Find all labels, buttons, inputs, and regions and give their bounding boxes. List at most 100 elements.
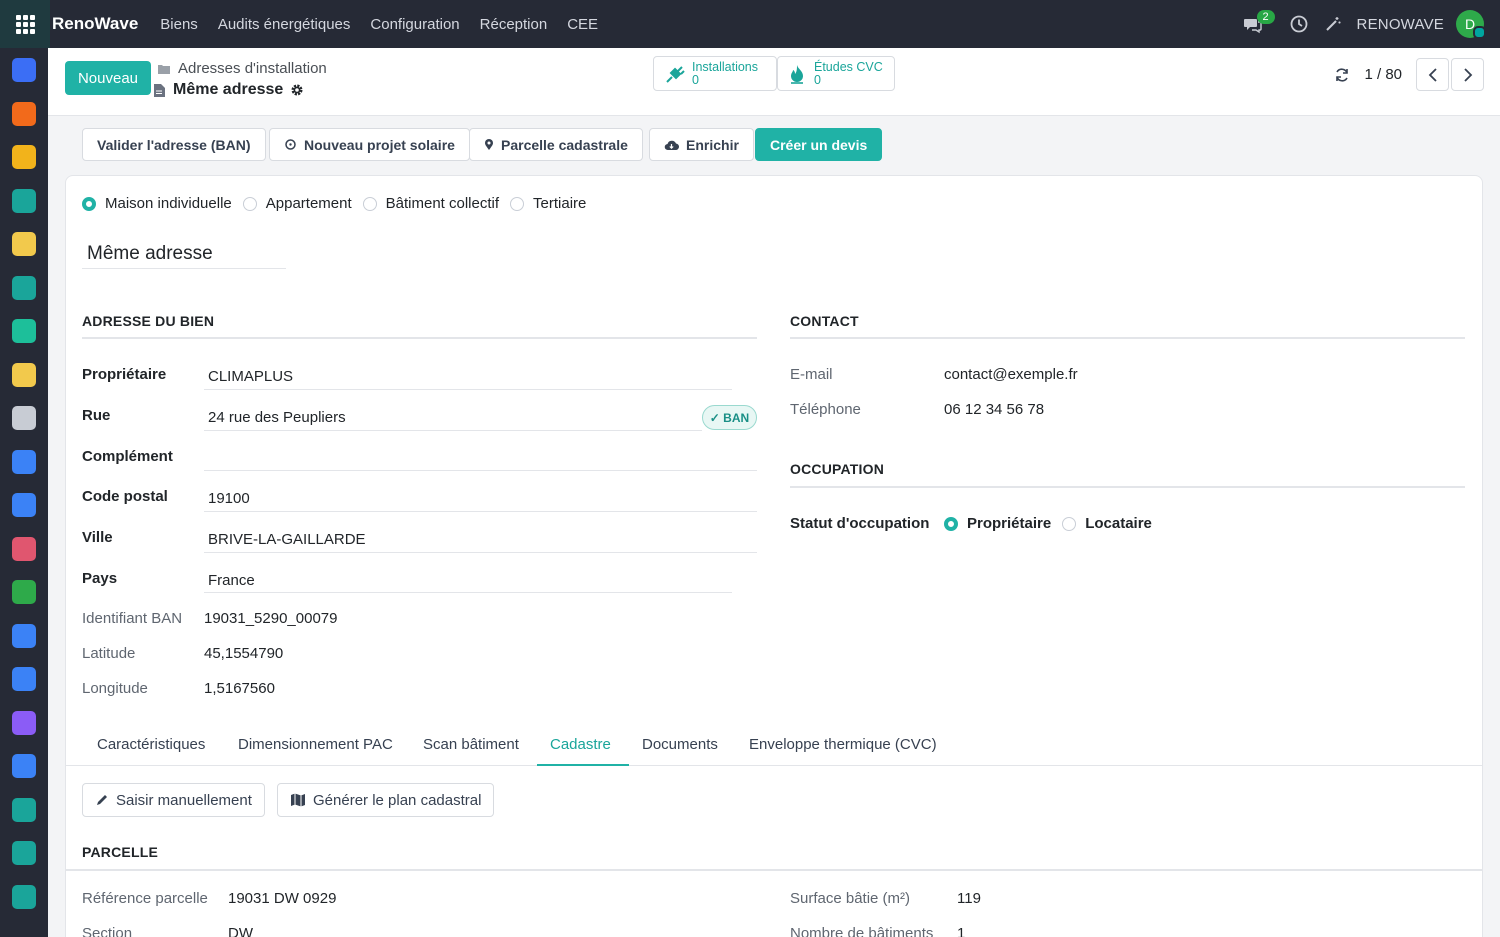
breadcrumb-parent-link[interactable]: Adresses d'installation xyxy=(178,60,327,77)
radio-selected-icon xyxy=(944,516,958,531)
helpdesk-app-icon[interactable] xyxy=(12,754,36,778)
control-panel: Nouveau Adresses d'installation Même adr… xyxy=(48,48,1500,116)
crm-app-icon[interactable] xyxy=(12,232,36,256)
phone-label: Téléphone xyxy=(790,401,861,418)
studio-app-icon[interactable] xyxy=(12,884,36,909)
sign-app-icon[interactable] xyxy=(12,188,36,213)
app-brand[interactable]: RenoWave xyxy=(52,14,138,34)
create-quote-label: Créer un devis xyxy=(770,136,868,153)
built-surface-label: Surface bâtie (m²) xyxy=(790,890,911,907)
messaging-button[interactable]: 2 xyxy=(1243,10,1275,36)
menu-configuration[interactable]: Configuration xyxy=(370,16,459,33)
magic-wand-icon[interactable] xyxy=(1323,14,1343,34)
tab-dimensionnement-pac[interactable]: Dimensionnement PAC xyxy=(238,736,393,753)
chevron-right-icon xyxy=(1463,67,1472,82)
owner-field[interactable]: CLIMAPLUS xyxy=(208,368,293,385)
generate-cadastral-plan-button[interactable]: Générer le plan cadastral xyxy=(277,783,495,817)
menu-audits[interactable]: Audits énergétiques xyxy=(218,16,351,33)
map-pin-icon xyxy=(485,139,493,150)
documents-app-icon[interactable] xyxy=(12,667,36,691)
manual-entry-button[interactable]: Saisir manuellement xyxy=(82,783,265,817)
chat-app-icon[interactable] xyxy=(12,101,36,126)
country-field[interactable]: France xyxy=(208,572,255,589)
email-value[interactable]: contact@exemple.fr xyxy=(944,366,1078,383)
validate-ban-label: Valider l'adresse (BAN) xyxy=(97,136,251,153)
etudes-cvc-smart-button[interactable]: Études CVC 0 xyxy=(777,56,895,91)
inventory-app-icon[interactable] xyxy=(12,580,36,604)
installations-smart-button[interactable]: Installations 0 xyxy=(653,56,777,91)
pos-app-icon[interactable] xyxy=(12,362,36,387)
sales-app-icon[interactable] xyxy=(12,319,36,343)
pager-value[interactable]: 1 / 80 xyxy=(1364,66,1402,83)
occupation-section-divider xyxy=(790,486,1465,488)
spreadsheet-app-icon[interactable] xyxy=(12,841,36,865)
city-field[interactable]: BRIVE-LA-GAILLARDE xyxy=(208,531,366,548)
installations-count: 0 xyxy=(692,72,699,87)
apps-menu-button[interactable] xyxy=(0,0,50,48)
etudes-cvc-label: Études CVC xyxy=(814,59,883,74)
discuss-app-icon[interactable] xyxy=(12,58,36,82)
building-type-maison[interactable]: Maison individuelle xyxy=(82,195,232,212)
pager-next-button[interactable] xyxy=(1451,58,1484,91)
document-icon xyxy=(154,83,165,97)
building-type-tertiaire[interactable]: Tertiaire xyxy=(510,195,586,212)
calendar-app-icon[interactable] xyxy=(12,623,36,648)
create-quote-button[interactable]: Créer un devis xyxy=(755,128,883,161)
calendar-31-app-icon[interactable] xyxy=(12,145,36,169)
building-count-label: Nombre de bâtiments xyxy=(790,925,934,937)
dashboard-app-icon[interactable] xyxy=(12,536,36,561)
activity-clock-icon[interactable] xyxy=(1289,14,1309,34)
street-field[interactable]: 24 rue des Peupliers xyxy=(208,409,346,426)
record-name-input[interactable]: Même adresse xyxy=(87,243,213,265)
city-label: Ville xyxy=(82,529,113,546)
latitude-label: Latitude xyxy=(82,645,136,662)
occupation-section-title: OCCUPATION xyxy=(790,461,885,477)
tab-enveloppe-thermique[interactable]: Enveloppe thermique (CVC) xyxy=(749,736,937,753)
validate-ban-button[interactable]: Valider l'adresse (BAN) xyxy=(82,128,266,161)
cadastral-parcel-button[interactable]: Parcelle cadastrale xyxy=(469,128,643,161)
company-switcher[interactable]: RENOWAVE xyxy=(1357,16,1444,33)
user-avatar[interactable]: D xyxy=(1456,10,1486,39)
breadcrumb-current: Même adresse xyxy=(173,81,284,98)
new-record-button[interactable]: Nouveau xyxy=(65,61,151,95)
radio-empty-icon xyxy=(510,196,525,211)
generate-cadastral-plan-label: Générer le plan cadastral xyxy=(313,791,482,809)
occupation-tenant-option[interactable]: Locataire xyxy=(1062,515,1152,532)
ban-id-value: 19031_5290_00079 xyxy=(204,610,338,627)
pencil-icon xyxy=(97,795,107,805)
parcel-reference-label: Référence parcelle xyxy=(82,890,208,907)
apps-grid-icon xyxy=(15,14,35,34)
enrich-button[interactable]: Enrichir xyxy=(649,128,754,161)
pager-previous-button[interactable] xyxy=(1416,58,1449,91)
building-type-collectif[interactable]: Bâtiment collectif xyxy=(362,195,500,212)
street-underline xyxy=(204,430,702,431)
planning-app-icon[interactable] xyxy=(12,493,36,517)
team-app-icon[interactable] xyxy=(12,797,36,822)
gear-icon[interactable] xyxy=(290,83,304,97)
folder-icon xyxy=(158,64,170,74)
accounting-app-icon[interactable] xyxy=(12,406,36,430)
menu-cee[interactable]: CEE xyxy=(567,16,598,33)
tab-caracteristiques[interactable]: Caractéristiques xyxy=(97,736,205,753)
tab-cadastre[interactable]: Cadastre xyxy=(550,736,611,753)
building-type-appartement[interactable]: Appartement xyxy=(242,195,352,212)
building-type-collectif-label: Bâtiment collectif xyxy=(385,195,500,212)
parcel-section-label: Section xyxy=(82,925,133,937)
employees-app-icon[interactable] xyxy=(12,710,36,735)
phone-value[interactable]: 06 12 34 56 78 xyxy=(944,401,1044,418)
flame-icon xyxy=(791,64,803,84)
owner-label: Propriétaire xyxy=(82,366,167,383)
project-app-icon[interactable] xyxy=(12,449,36,474)
tab-documents[interactable]: Documents xyxy=(642,736,718,753)
new-solar-project-button[interactable]: Nouveau projet solaire xyxy=(269,128,470,161)
occupation-owner-label: Propriétaire xyxy=(967,515,1052,532)
menu-biens[interactable]: Biens xyxy=(160,16,198,33)
etudes-cvc-count: 0 xyxy=(814,72,821,87)
zip-field[interactable]: 19100 xyxy=(208,490,250,507)
radio-selected-icon xyxy=(82,196,96,211)
menu-reception[interactable]: Réception xyxy=(480,16,548,33)
refresh-icon[interactable] xyxy=(1334,67,1350,83)
occupation-owner-option[interactable]: Propriétaire xyxy=(944,515,1051,532)
tab-scan-batiment[interactable]: Scan bâtiment xyxy=(423,736,519,753)
contacts-app-icon[interactable] xyxy=(12,275,36,300)
